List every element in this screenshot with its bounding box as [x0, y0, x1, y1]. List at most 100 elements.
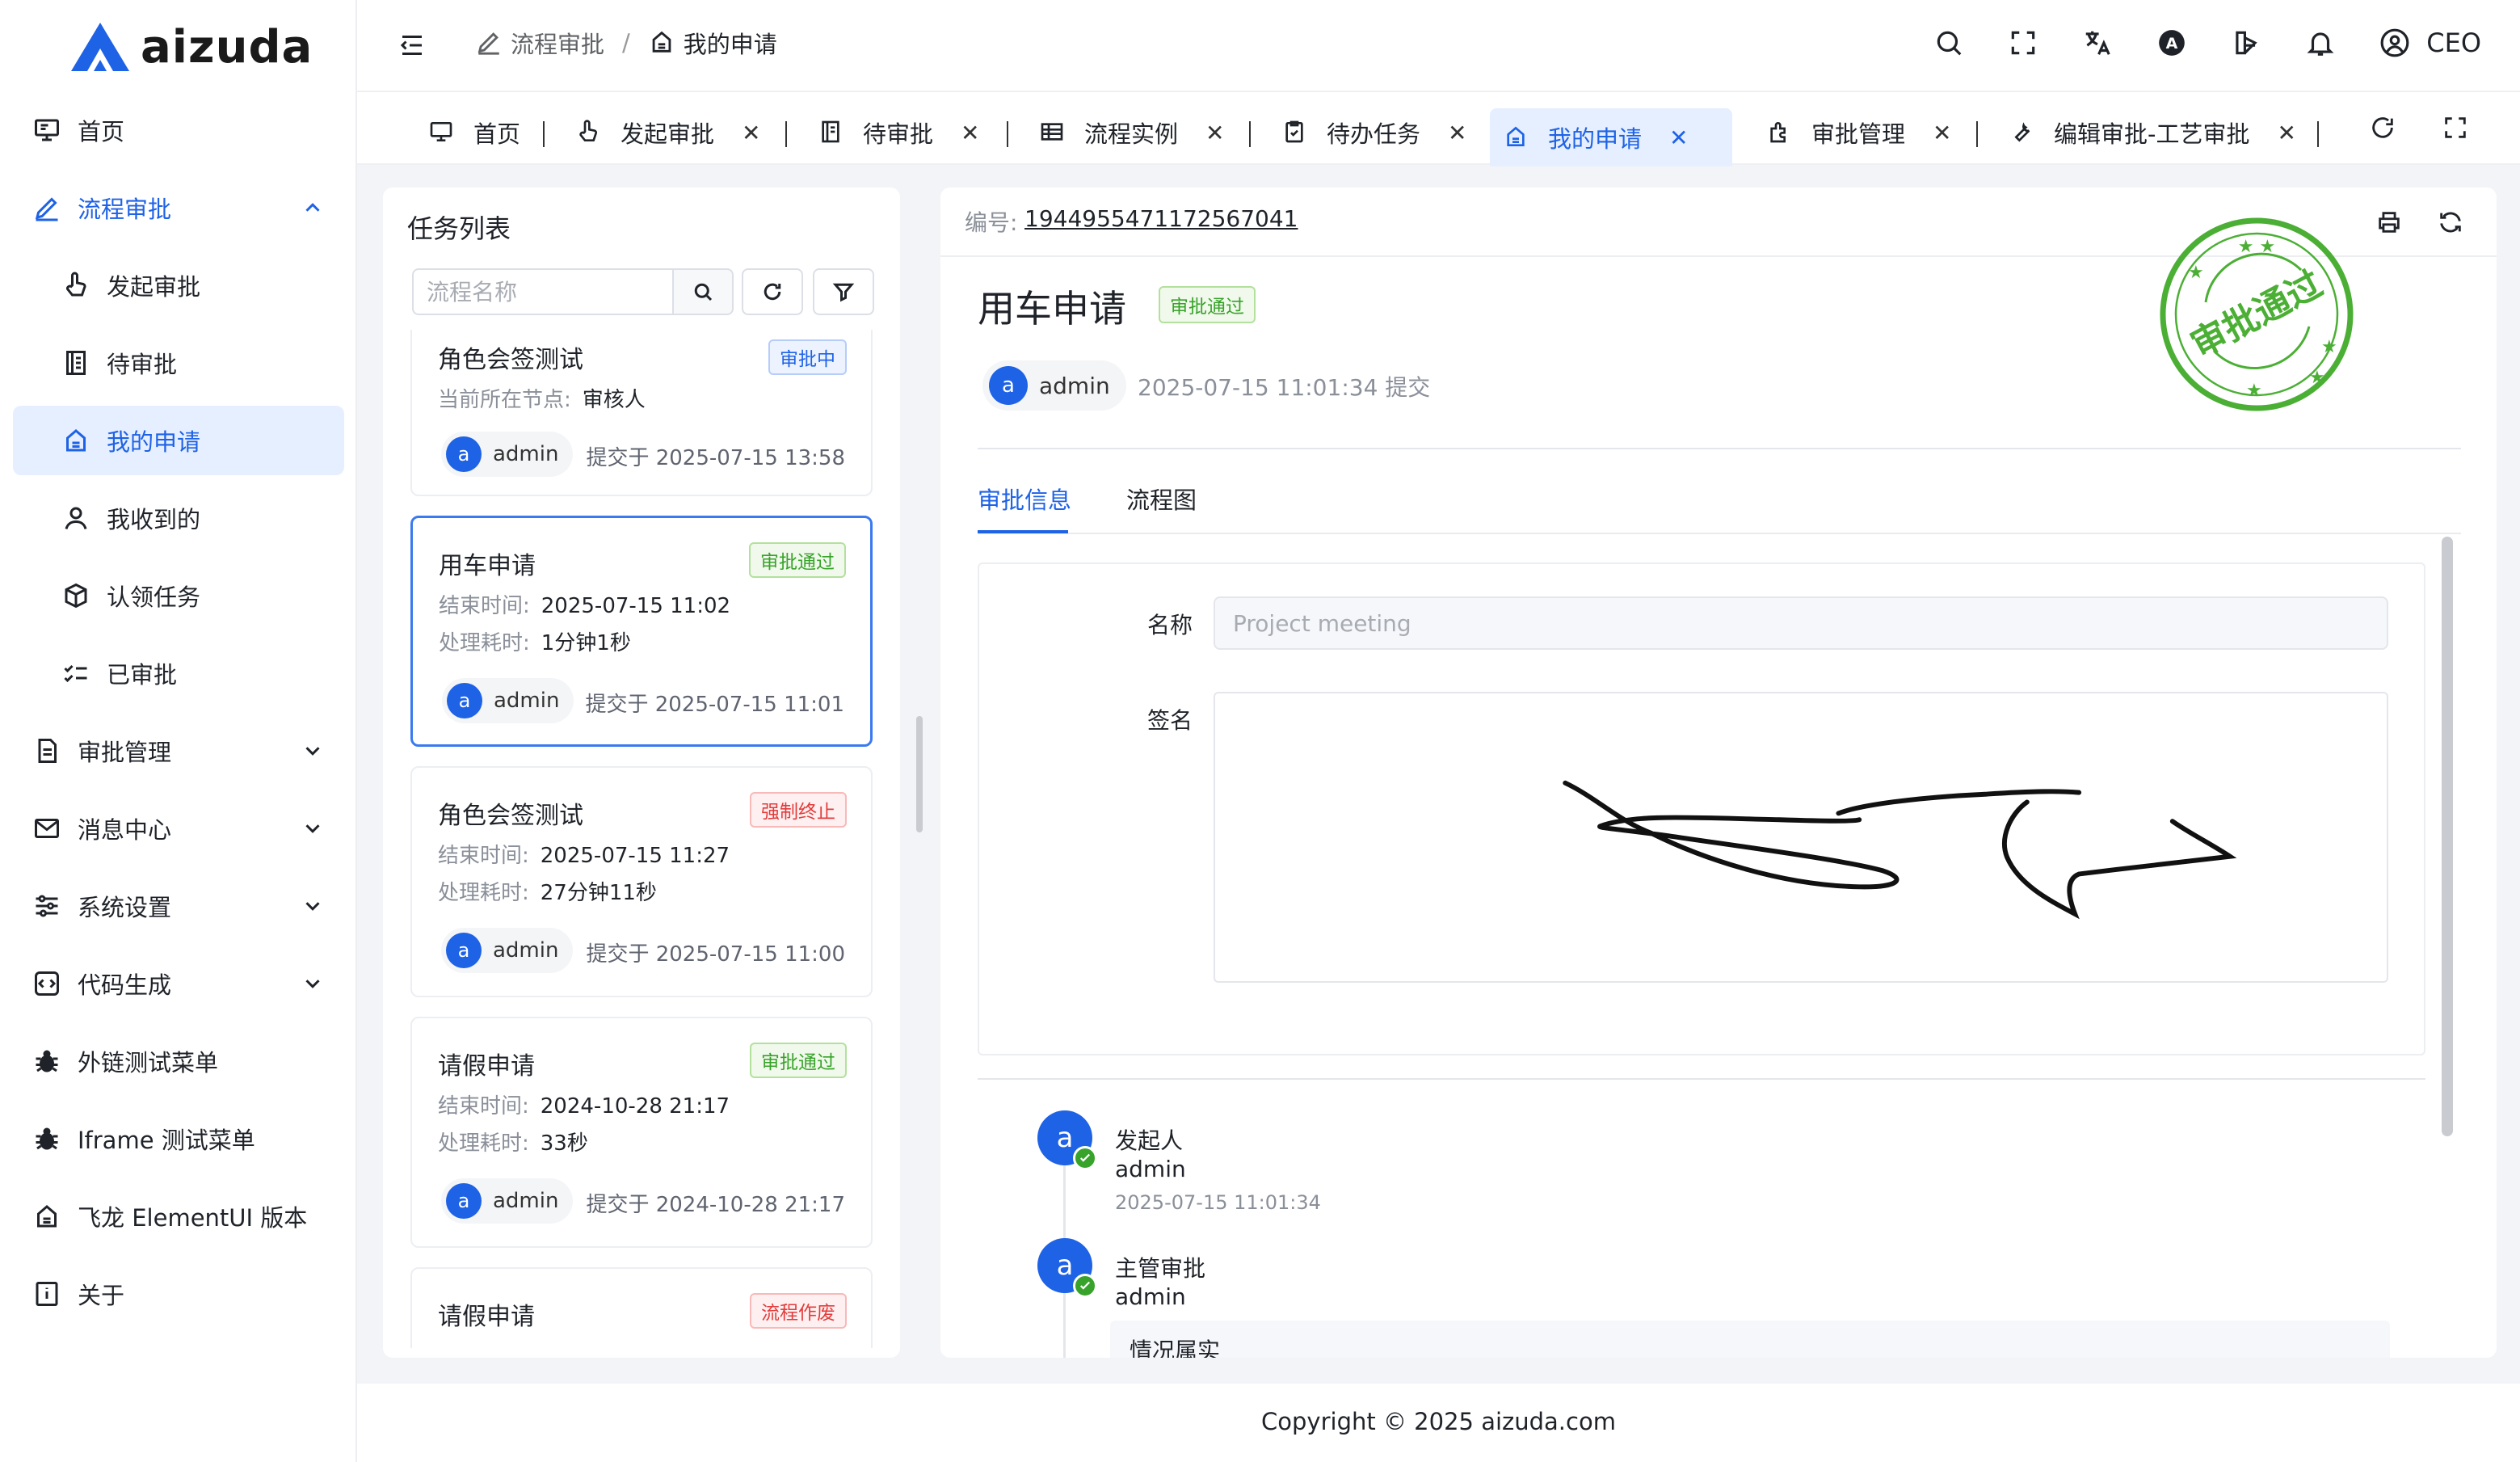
svg-text:★: ★ [2188, 263, 2204, 283]
task-card[interactable]: 请假申请 流程作废 [410, 1267, 873, 1348]
tab-close-icon[interactable]: ✕ [1448, 120, 1466, 146]
sidebar-item-approved[interactable]: 已审批 [13, 638, 344, 708]
sidebar-item-iframe-test[interactable]: Iframe 测试菜单 [13, 1104, 344, 1173]
refresh-icon[interactable] [2365, 110, 2400, 145]
detail-tools [2346, 204, 2469, 241]
status-badge: 审批通过 [750, 1043, 847, 1078]
task-card[interactable]: 角色会签测试 审批中 当前所在节点: 审核人 a admin 提交于 2025-07… [410, 330, 873, 496]
submit-time: 提交于 2025-07-15 11:00 [586, 942, 845, 967]
sidebar-item-code-generation[interactable]: 代码生成 [13, 949, 344, 1018]
name-field[interactable] [1214, 596, 2388, 650]
tab-approval-management[interactable]: 审批管理 ✕ [1753, 108, 1964, 157]
number-value[interactable]: 1944955471172567041 [1024, 205, 1298, 232]
user-name: admin [494, 689, 560, 713]
status-badge: 流程作废 [750, 1293, 847, 1329]
tab-start-approval[interactable]: 发起审批 ✕ [562, 108, 773, 157]
fullscreen-icon[interactable] [2438, 110, 2473, 145]
sliders-icon [31, 890, 63, 922]
theme-avatar-letter: A [2166, 35, 2178, 53]
tab-close-icon[interactable]: ✕ [742, 120, 760, 146]
tab-close-icon[interactable]: ✕ [961, 120, 979, 146]
tab-divider [2317, 121, 2319, 147]
tab-edit-approval[interactable]: 编辑审批-工艺审批 ✕ [1996, 108, 2309, 157]
sidebar-item-external-link-test[interactable]: 外链测试菜单 [13, 1026, 344, 1096]
sidebar-item-about[interactable]: 关于 [13, 1259, 344, 1329]
tab-flowchart[interactable]: 流程图 [1126, 482, 1197, 516]
bell-icon[interactable] [2300, 23, 2341, 63]
translate-icon[interactable] [2077, 23, 2118, 63]
sidebar-item-claim-task[interactable]: 认领任务 [13, 561, 344, 630]
svg-text:★: ★ [2309, 368, 2325, 388]
search-button[interactable] [672, 268, 734, 315]
fullscreen-icon[interactable] [2003, 23, 2043, 63]
info-icon [31, 1278, 63, 1310]
sidebar-item-approval-management[interactable]: 审批管理 [13, 716, 344, 786]
task-card[interactable]: 用车申请 审批通过 结束时间: 2025-07-15 11:02 处理耗时: 1分钟… [410, 516, 873, 747]
tab-pending[interactable]: 待审批 ✕ [805, 108, 992, 157]
user-circle-icon[interactable] [2375, 23, 2415, 63]
check-list-icon [60, 657, 92, 689]
tab-process-instance[interactable]: 流程实例 ✕ [1026, 108, 1237, 157]
search-input[interactable] [412, 268, 674, 315]
detail-scrollbar[interactable] [2442, 537, 2453, 1136]
sidebar-item-system-settings[interactable]: 系统设置 [13, 871, 344, 941]
sidebar-item-label: Iframe 测试菜单 [78, 1127, 255, 1154]
timeline-role: 发起人 [1115, 1127, 1184, 1154]
avatar: a [989, 366, 1028, 405]
tab-label: 我的申请 [1548, 125, 1643, 153]
aizuda-logo-icon [71, 23, 129, 71]
tab-close-icon[interactable]: ✕ [1669, 124, 1688, 151]
row-value: 2025-07-15 11:02 [541, 594, 731, 618]
tab-tools [2328, 110, 2473, 145]
submit-time: 2025-07-15 11:01:34 提交 [1138, 374, 1431, 401]
task-card-row: 结束时间: 2025-07-15 11:02 [439, 589, 730, 619]
tab-close-icon[interactable]: ✕ [1933, 120, 1951, 146]
tab-close-icon[interactable]: ✕ [1205, 120, 1224, 146]
task-card-row: 处理耗时: 1分钟1秒 [439, 626, 631, 656]
user-pill: a admin [442, 678, 574, 723]
signature-pad[interactable] [1214, 692, 2388, 983]
stamp-text: 审批通过 [2185, 263, 2329, 367]
tab-close-icon[interactable]: ✕ [2277, 120, 2295, 146]
breadcrumb: 流程审批 / 我的申请 [475, 26, 777, 60]
copyright: Copyright © 2025 aizuda.com [1261, 1408, 1616, 1435]
submit-time: 提交于 2024-10-28 21:17 [586, 1193, 845, 1217]
timeline-time: 2025-07-15 11:01:34 [1115, 1191, 1321, 1214]
tab-label: 发起审批 [621, 120, 715, 148]
filter-button[interactable] [813, 268, 874, 315]
refresh-icon [764, 283, 781, 301]
user-pill: a admin [441, 1178, 574, 1224]
sidebar-item-message-center[interactable]: 消息中心 [13, 794, 344, 863]
sidebar-item-feilong-elementui[interactable]: 飞龙 ElementUI 版本 [13, 1182, 344, 1251]
print-icon[interactable] [2371, 204, 2408, 241]
sidebar-item-pending[interactable]: 待审批 [13, 328, 344, 398]
status-badge: 强制终止 [750, 792, 847, 828]
sidebar-item-label: 代码生成 [78, 971, 172, 999]
refresh-button[interactable] [742, 268, 803, 315]
task-list-scrollbar[interactable] [916, 716, 923, 832]
sidebar-item-home[interactable]: 首页 [13, 95, 344, 165]
tab-my-applications[interactable]: 我的申请 ✕ [1490, 108, 1732, 166]
user-name[interactable]: CEO [2426, 27, 2481, 58]
monitor-icon [31, 114, 63, 146]
file-icon [31, 735, 63, 767]
refresh-icon[interactable] [2432, 204, 2469, 241]
tab-divider [1007, 121, 1008, 147]
theme-avatar-icon[interactable]: A [2152, 23, 2192, 63]
sidebar-item-my-applications[interactable]: 我的申请 [13, 406, 344, 475]
tab-todo[interactable]: 待办任务 ✕ [1268, 108, 1479, 157]
breadcrumb-item[interactable]: 流程审批 [511, 26, 604, 60]
sidebar-item-received[interactable]: 我收到的 [13, 483, 344, 553]
task-card[interactable]: 角色会签测试 强制终止 结束时间: 2025-07-15 11:27 处理耗时: 2… [410, 766, 873, 997]
tab-approval-info[interactable]: 审批信息 [978, 482, 1071, 516]
logo[interactable]: aizuda [69, 15, 313, 79]
sidebar-item-workflow[interactable]: 流程审批 [13, 173, 344, 242]
sidebar-item-label: 发起审批 [107, 273, 201, 301]
search-icon[interactable] [1929, 23, 1969, 63]
sidebar-item-start-approval[interactable]: 发起审批 [13, 251, 344, 320]
collapse-menu-icon[interactable] [398, 31, 427, 60]
sidebar-item-label: 消息中心 [78, 816, 172, 844]
task-card[interactable]: 请假申请 审批通过 结束时间: 2024-10-28 21:17 处理耗时: 33秒… [410, 1017, 873, 1248]
layout-icon[interactable] [2226, 23, 2266, 63]
tab-home[interactable]: 首页 [415, 108, 533, 157]
